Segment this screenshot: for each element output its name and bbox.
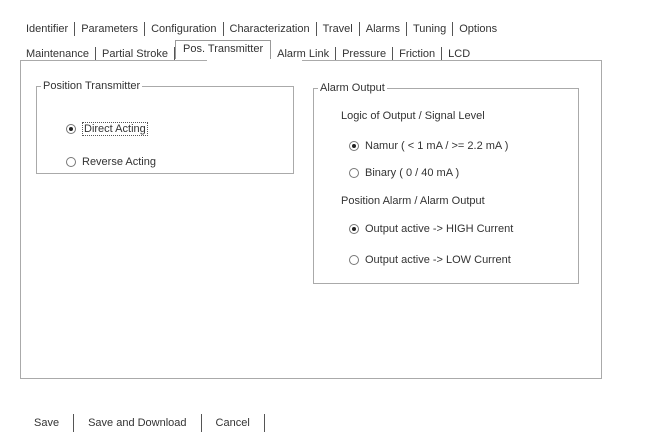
binary-label: Binary ( 0 / 40 mA ): [365, 167, 460, 179]
tab-alarms[interactable]: Alarms: [360, 22, 407, 36]
position-transmitter-legend: Position Transmitter: [43, 80, 141, 92]
logic-output-caption: Logic of Output / Signal Level: [341, 110, 485, 122]
tab-lcd[interactable]: LCD: [442, 47, 476, 61]
output-high-radio[interactable]: [349, 224, 359, 234]
reverse-acting-option[interactable]: Reverse Acting: [66, 156, 156, 168]
output-low-radio[interactable]: [349, 255, 359, 265]
namur-radio[interactable]: [349, 141, 359, 151]
reverse-acting-radio[interactable]: [66, 157, 76, 167]
tab-configuration[interactable]: Configuration: [145, 22, 224, 36]
tab-travel[interactable]: Travel: [317, 22, 360, 36]
namur-option[interactable]: Namur ( < 1 mA / >= 2.2 mA ): [349, 140, 508, 152]
cancel-button[interactable]: Cancel: [202, 414, 265, 432]
direct-acting-label: Direct Acting: [82, 122, 148, 136]
tab-pressure[interactable]: Pressure: [336, 47, 394, 61]
save-button[interactable]: Save: [20, 414, 75, 432]
tab-pos-transmitter[interactable]: Pos. Transmitter: [175, 40, 272, 59]
tab-characterization[interactable]: Characterization: [224, 22, 317, 36]
binary-option[interactable]: Binary ( 0 / 40 mA ): [349, 167, 459, 179]
namur-label: Namur ( < 1 mA / >= 2.2 mA ): [365, 140, 509, 152]
tab-options[interactable]: Options: [453, 22, 503, 36]
output-high-label: Output active -> HIGH Current: [365, 223, 514, 235]
direct-acting-radio[interactable]: [66, 124, 76, 134]
position-alarm-caption: Position Alarm / Alarm Output: [341, 195, 485, 207]
tab-partial-stroke[interactable]: Partial Stroke: [96, 47, 176, 61]
direct-acting-option[interactable]: Direct Acting: [66, 122, 148, 136]
tab-parameters[interactable]: Parameters: [75, 22, 146, 36]
tab-alarm-link[interactable]: Alarm Link: [271, 47, 337, 61]
output-low-option[interactable]: Output active -> LOW Current: [349, 254, 511, 266]
reverse-acting-label: Reverse Acting: [82, 156, 156, 168]
button-row: Save Save and Download Cancel: [20, 414, 265, 432]
tab-row-2: Maintenance Partial Stroke Pos. Transmit…: [20, 40, 476, 61]
tab-tuning[interactable]: Tuning: [407, 22, 454, 36]
output-high-option[interactable]: Output active -> HIGH Current: [349, 223, 513, 235]
binary-radio[interactable]: [349, 168, 359, 178]
tab-row-1: Identifier Parameters Configuration Char…: [20, 22, 503, 36]
alarm-output-legend: Alarm Output: [320, 82, 385, 94]
tab-identifier[interactable]: Identifier: [20, 22, 76, 36]
tab-maintenance[interactable]: Maintenance: [20, 47, 96, 61]
tab-friction[interactable]: Friction: [393, 47, 443, 61]
output-low-label: Output active -> LOW Current: [365, 254, 511, 266]
save-and-download-button[interactable]: Save and Download: [74, 414, 202, 432]
